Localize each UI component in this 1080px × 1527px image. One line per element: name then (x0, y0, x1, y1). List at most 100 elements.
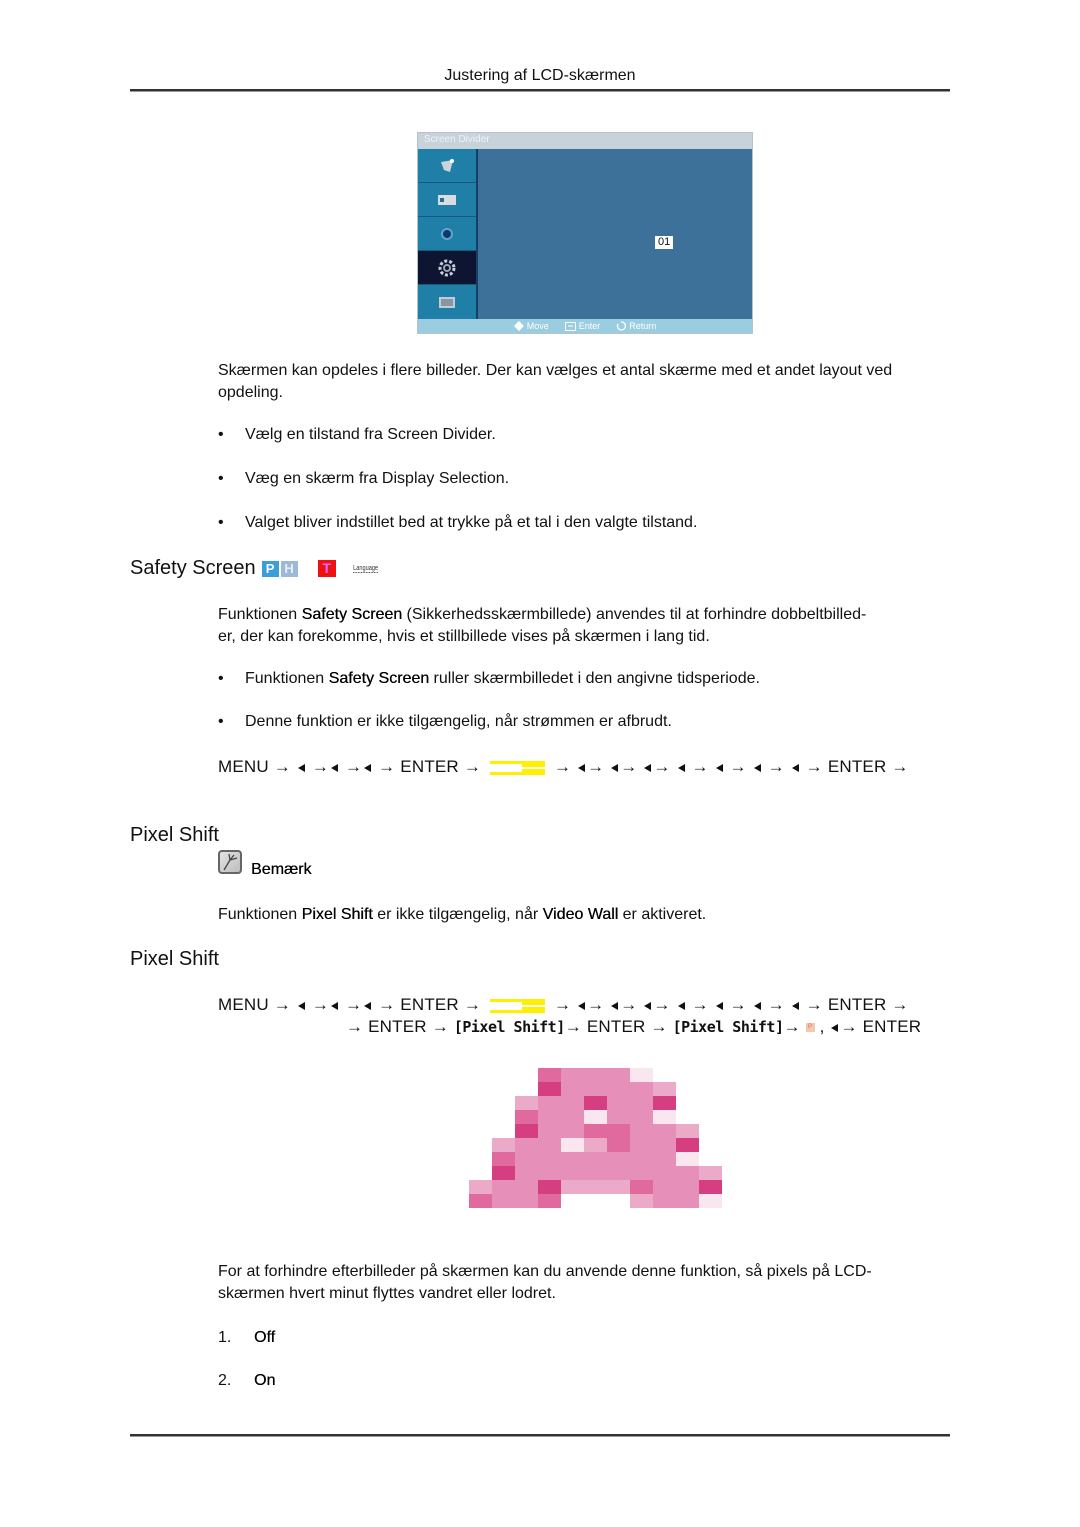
section-title: Safety Screen (130, 557, 256, 579)
pixel-cell (630, 1166, 653, 1180)
pixel-cell (584, 1110, 607, 1124)
pixel-cell (676, 1180, 699, 1194)
pixel-cell (584, 1124, 607, 1138)
pixel-cell (538, 1096, 561, 1110)
sound-icon (441, 227, 453, 240)
pixel-cell (653, 1138, 676, 1152)
left-key-icon (578, 1001, 586, 1010)
pixel-cell (676, 1138, 699, 1152)
pixel-cell (538, 1152, 561, 1166)
left-key-icon (753, 763, 761, 772)
pixel-cell (630, 1194, 653, 1208)
pixel-cell (561, 1180, 584, 1194)
pixel-cell (584, 1166, 607, 1180)
running-header: Justering af LCD-skærmen (444, 67, 636, 84)
multi-control-icon (439, 296, 455, 308)
pixel-cell (630, 1124, 653, 1138)
pixel-cell (653, 1152, 676, 1166)
left-key-icon (791, 1001, 799, 1010)
pixel-cell (584, 1138, 607, 1152)
pixel-cell (515, 1180, 538, 1194)
pixel-cell (492, 1166, 515, 1180)
osd-footer-enter: Enter (564, 321, 600, 331)
pixel-cell (676, 1166, 699, 1180)
left-key-icon (578, 763, 586, 772)
pixel-shift-note-text: Funktionen Pixel Shift er ikke tilgængel… (218, 906, 707, 923)
pixel-cell (584, 1068, 607, 1082)
screen-divider-description: Skærmen kan opdeles i flere billeder. De… (218, 362, 893, 401)
pixel-cell (492, 1138, 515, 1152)
pixel-cell (584, 1180, 607, 1194)
left-key-icon (297, 763, 305, 772)
pixel-cell (469, 1194, 492, 1208)
pixel-cell (561, 1096, 584, 1110)
pixel-cell (676, 1124, 699, 1138)
left-key-icon (753, 1001, 761, 1010)
pixel-cell (538, 1110, 561, 1124)
osd-menu-picture (418, 183, 476, 217)
pixel-cell (561, 1082, 584, 1096)
highlight-bar-icon (490, 998, 545, 1013)
pixel-cell (584, 1152, 607, 1166)
pixel-cell (515, 1110, 538, 1124)
note-label: Bemærk (251, 861, 312, 878)
pixel-cell (538, 1194, 561, 1208)
pixel-cell (607, 1152, 630, 1166)
pixel-cell (607, 1068, 630, 1082)
pixel-cell (630, 1068, 653, 1082)
pixel-cell (630, 1082, 653, 1096)
left-key-icon (677, 1001, 685, 1010)
pdp-badge-icon: P (261, 560, 279, 577)
pixel-cell (538, 1082, 561, 1096)
pixel-cell (653, 1194, 676, 1208)
pixel-cell (607, 1138, 630, 1152)
pixel-cell (584, 1082, 607, 1096)
picture-icon (438, 194, 456, 205)
osd-footer-move: Move (513, 321, 549, 331)
pixel-cell (607, 1096, 630, 1110)
pixel-cell (492, 1152, 515, 1166)
osd-footer-return: Return (616, 321, 656, 331)
pixel-cell (561, 1138, 584, 1152)
option-item-on: 2. On (218, 1372, 276, 1389)
pixel-shift-tag: [Pixel Shift] (672, 1018, 784, 1036)
pixel-cell (653, 1166, 676, 1180)
pixel-cell (515, 1166, 538, 1180)
pixel-shift-key-sequence-line2: → ENTER → [Pixel Shift]→ ENTER → [Pixel … (346, 1017, 922, 1036)
osd-selected-value: 01 (655, 236, 674, 249)
osd-footer: Move Enter Return (418, 319, 752, 333)
pixel-cell (630, 1152, 653, 1166)
pixel-cell (630, 1110, 653, 1124)
enter-icon (564, 321, 576, 331)
pixel-cell (538, 1124, 561, 1138)
pixel-shift-key-sequence-line1: MENU → → → → ENTER → → → → → → → → → ENT… (218, 995, 909, 1014)
pixel-cell (538, 1180, 561, 1194)
pixel-cell (538, 1138, 561, 1152)
pixel-cell (653, 1082, 676, 1096)
pixel-shift-description: For at forhindre efterbilleder på skærme… (218, 1263, 872, 1302)
antenna-icon (441, 158, 454, 172)
left-key-icon (644, 1001, 652, 1010)
pixel-cell (699, 1166, 722, 1180)
osd-sidebar (418, 149, 478, 319)
pixel-cell (561, 1166, 584, 1180)
pixel-cell (561, 1152, 584, 1166)
highlight-bar-icon (490, 760, 545, 775)
osd-menu-setup (418, 251, 476, 285)
left-key-icon (715, 1001, 723, 1010)
list-item: • Valget bliver indstillet bed at trykke … (218, 514, 698, 531)
left-key-icon (791, 763, 799, 772)
pixel-cell (699, 1180, 722, 1194)
pixel-cell (492, 1180, 515, 1194)
pixel-cell (607, 1082, 630, 1096)
pixel-shift-tag: [Pixel Shift] (453, 1018, 565, 1036)
pixel-cell (515, 1152, 538, 1166)
left-key-icon (331, 1001, 339, 1010)
safety-screen-key-sequence: MENU → → → → ENTER → → → → → → → → → ENT… (218, 757, 909, 776)
pixel-cell (561, 1124, 584, 1138)
move-icon (513, 321, 524, 331)
footer-rule (130, 1434, 950, 1437)
note-pencil-icon (218, 850, 242, 874)
osd-menu-sound (418, 217, 476, 251)
pixel-shift-illustration (469, 1068, 722, 1208)
